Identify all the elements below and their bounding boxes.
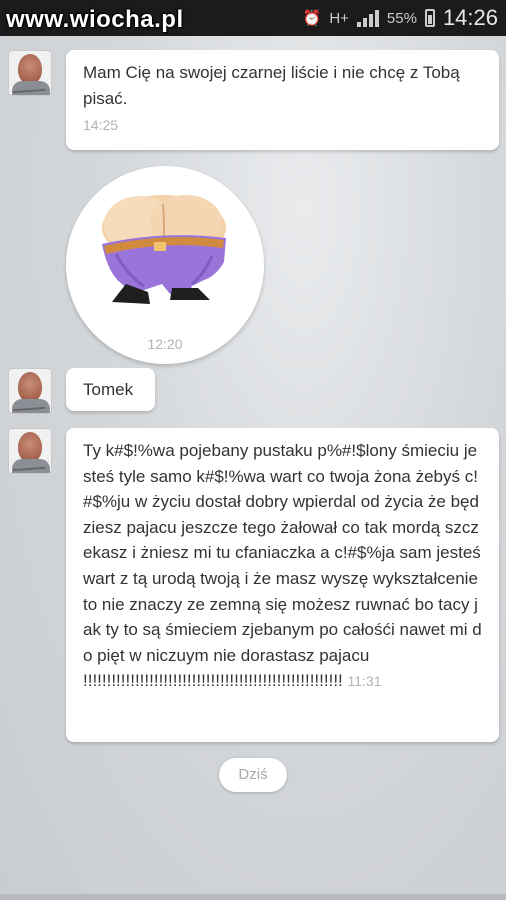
battery-percent: 55% <box>386 9 417 27</box>
signal-icon <box>356 9 379 27</box>
watermark: www.wiocha.pl <box>6 6 184 33</box>
sticker-image <box>102 195 226 304</box>
status-bar: www.wiocha.pl ⏰ H+ 55% 14:26 <box>0 0 506 36</box>
status-icons: ⏰ H+ 55% 14:26 <box>303 0 498 36</box>
avatar[interactable] <box>8 368 52 414</box>
bottom-edge <box>0 894 506 900</box>
alarm-icon: ⏰ <box>302 10 322 27</box>
message-time: 14:25 <box>83 117 119 134</box>
sticker-time: 12:20 <box>147 336 183 352</box>
message-text: Ty k#$!%wa pojebany pustaku p%#!$lony śm… <box>83 441 482 691</box>
avatar[interactable] <box>8 50 52 96</box>
battery-icon <box>424 9 435 27</box>
date-separator: Dziś <box>219 758 287 792</box>
sticker-message[interactable]: 12:20 <box>66 166 264 364</box>
avatar[interactable] <box>8 428 52 474</box>
network-icon: H+ <box>329 9 349 27</box>
message-text: Mam Cię na swojej czarnej liście i nie c… <box>83 63 460 108</box>
message-time: 11:31 <box>347 673 382 690</box>
message-bubble[interactable]: Tomek <box>66 368 155 411</box>
clock: 14:26 <box>442 5 498 30</box>
message-bubble[interactable]: Ty k#$!%wa pojebany pustaku p%#!$lony śm… <box>66 428 499 742</box>
message-bubble[interactable]: Mam Cię na swojej czarnej liście i nie c… <box>66 50 499 150</box>
message-text: Tomek <box>83 380 134 399</box>
